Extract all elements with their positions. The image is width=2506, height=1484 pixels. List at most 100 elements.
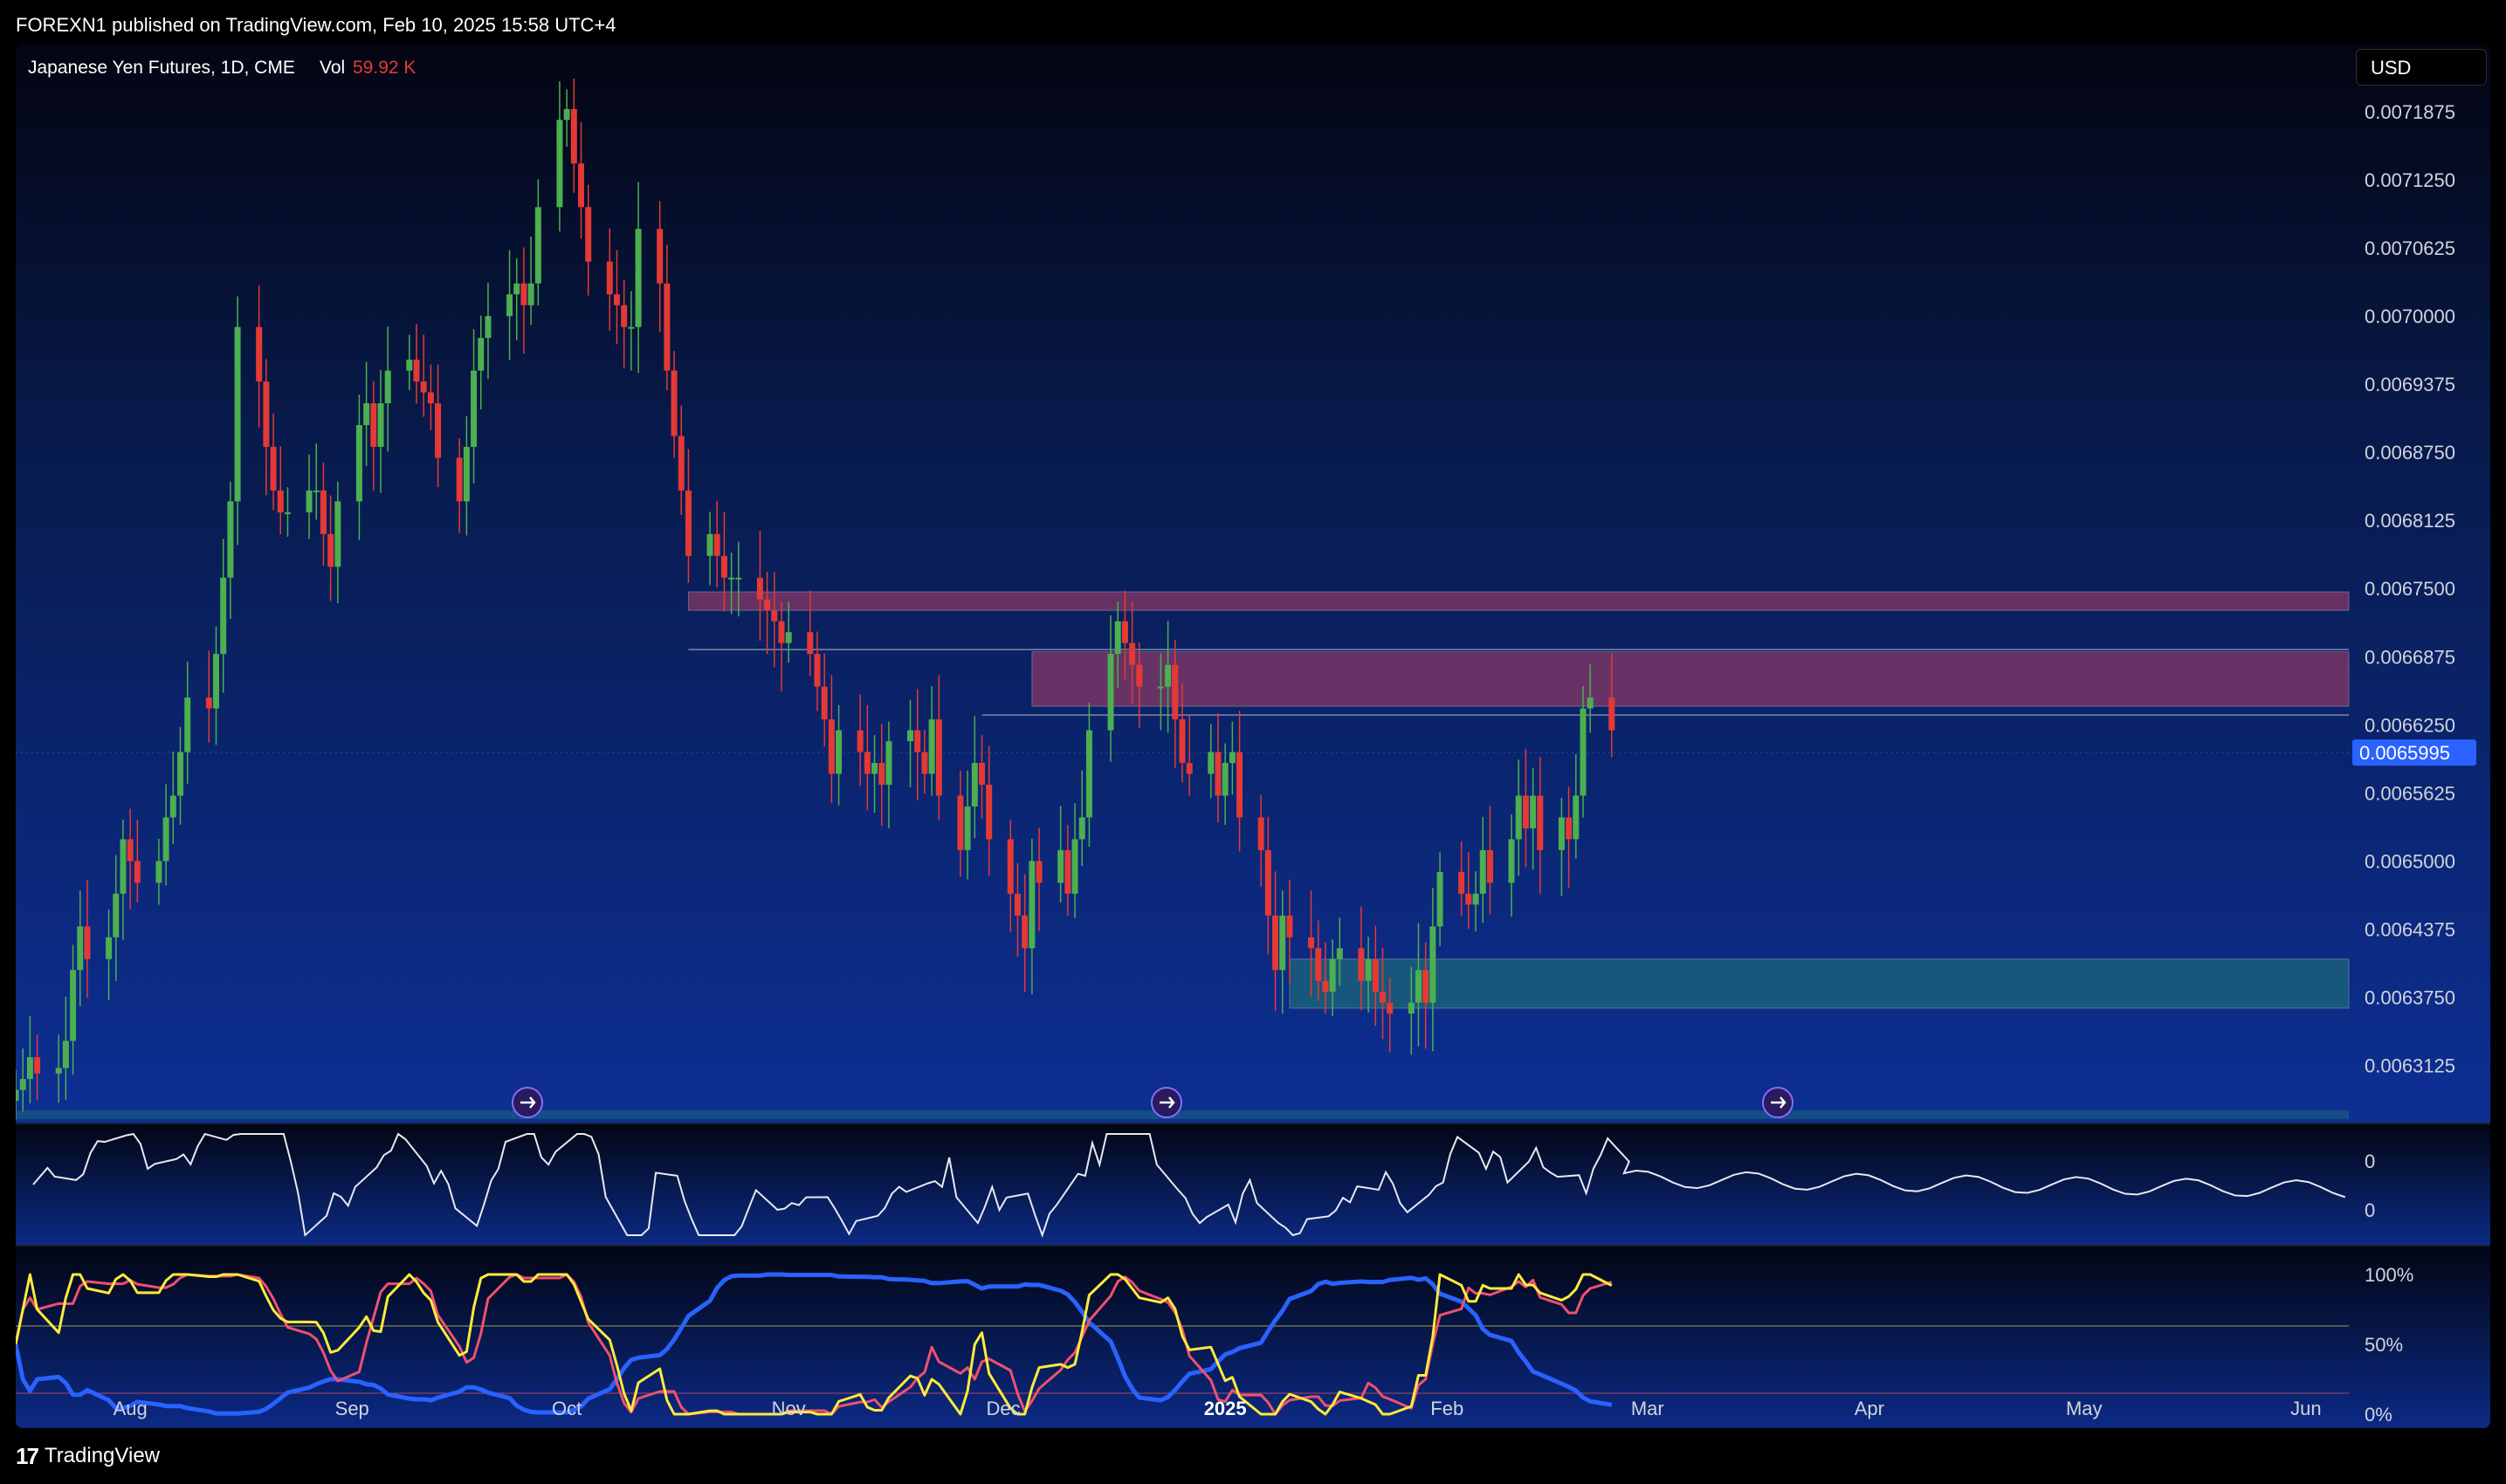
candle-body — [427, 392, 434, 403]
candle-body — [1372, 958, 1379, 993]
candle-body — [979, 763, 986, 785]
candle-body — [263, 381, 270, 447]
price-tick-label: 0.0063125 — [2365, 1055, 2455, 1076]
chart-area[interactable]: 0.0071875 0.0071250 0.0070625 0.0070000 0.00… — [16, 44, 2490, 1428]
candle-body — [621, 305, 628, 327]
candle-body — [277, 490, 284, 512]
candle-body — [134, 861, 141, 883]
event-marker-icon[interactable] — [1762, 1087, 1793, 1118]
candle-body — [1057, 849, 1064, 883]
candle-body — [220, 577, 227, 655]
candle-body — [1014, 893, 1021, 916]
candle-body — [256, 326, 263, 382]
candle-body — [778, 621, 785, 643]
candle-body — [234, 326, 241, 502]
candle-body — [212, 654, 219, 709]
candle-body — [713, 533, 720, 556]
event-marker-icon[interactable] — [512, 1087, 543, 1118]
candle-body — [1573, 795, 1580, 840]
pane-divider — [16, 1123, 2490, 1124]
currency-button[interactable]: USD — [2356, 49, 2487, 86]
candle-body — [19, 1079, 26, 1090]
candle-body — [1136, 664, 1143, 687]
price-tick-label: 0.0070625 — [2365, 237, 2455, 259]
candle-body — [435, 403, 442, 458]
price-chart[interactable]: 0.0071875 0.0071250 0.0070625 0.0070000 0.00… — [16, 44, 2490, 1428]
candle-body — [413, 360, 420, 382]
candle-body — [1329, 958, 1336, 993]
candle-body — [355, 424, 362, 502]
candle-body — [1236, 752, 1243, 818]
candle-body — [363, 403, 370, 425]
candle-body — [1537, 795, 1544, 850]
price-tick-label: 0.0071250 — [2365, 169, 2455, 191]
supply-zone — [1031, 651, 2350, 707]
price-tick-label: 0.0065000 — [2365, 850, 2455, 872]
candle-body — [928, 719, 935, 774]
candle-body — [1208, 752, 1215, 774]
tradingview-brand: TradingView — [44, 1444, 160, 1467]
candle-body — [1036, 861, 1043, 883]
candle-body — [327, 533, 334, 567]
candle-body — [77, 926, 84, 971]
stoch-pane-bg — [16, 1247, 2490, 1428]
candle-body — [169, 795, 176, 818]
candle-body — [864, 752, 871, 774]
candle-body — [1486, 849, 1493, 883]
candle-body — [914, 730, 921, 752]
candle-body — [1479, 849, 1486, 894]
candle-body — [127, 839, 134, 862]
candle-body — [377, 403, 384, 447]
candle-body — [828, 719, 835, 774]
last-price-value: 0.0065995 — [2359, 742, 2450, 764]
candle-body — [1078, 817, 1085, 840]
candle-body — [16, 1089, 19, 1102]
bottom-zone-strip — [16, 1110, 2349, 1119]
candle-body — [1315, 948, 1322, 981]
stoch-tick-label: 0% — [2365, 1404, 2392, 1426]
candle-body — [964, 806, 971, 850]
volume-label: Vol — [320, 58, 345, 78]
price-tick-label: 0.0064375 — [2365, 918, 2455, 940]
candle-body — [1007, 839, 1014, 894]
candle-body — [506, 294, 513, 317]
candle-body — [678, 436, 685, 491]
price-tick-label: 0.0068125 — [2365, 510, 2455, 532]
candle-body — [313, 490, 320, 492]
candle-body — [1508, 839, 1515, 883]
price-tick-label: 0.0071875 — [2365, 101, 2455, 123]
candle-body — [1308, 937, 1315, 949]
candle-body — [556, 120, 563, 208]
price-tick-label: 0.0067500 — [2365, 578, 2455, 600]
candle-body — [563, 108, 570, 120]
candle-body — [478, 338, 485, 371]
candle-body — [1064, 849, 1071, 894]
candle-body — [162, 817, 169, 862]
candle-body — [764, 599, 771, 611]
candle-body — [106, 937, 113, 959]
candle-body — [26, 1057, 33, 1080]
candle-body — [1515, 795, 1522, 840]
rsi-tick-label: 0 — [2365, 1199, 2375, 1221]
event-marker-icon[interactable] — [1151, 1087, 1182, 1118]
candle-body — [1215, 752, 1222, 796]
candle-body — [1264, 849, 1271, 916]
candle-body — [720, 555, 727, 578]
price-tick-label: 0.0069375 — [2365, 374, 2455, 395]
candle-body — [1022, 915, 1029, 949]
candle-body — [821, 686, 828, 720]
time-tick-label: Nov — [772, 1398, 806, 1419]
candle-body — [527, 283, 534, 306]
volume-value: 59.92 K — [353, 58, 416, 78]
stoch-tick-label: 100% — [2365, 1264, 2413, 1286]
candle-body — [406, 360, 413, 371]
candle-body — [1408, 1002, 1415, 1014]
price-tick-label: 0.0065625 — [2365, 782, 2455, 804]
pane-divider — [16, 1245, 2490, 1247]
candle-body — [1129, 642, 1136, 665]
candle-body — [1107, 654, 1114, 731]
tradingview-icon: 17 — [16, 1442, 39, 1469]
candle-body — [1029, 861, 1036, 949]
candle-body — [685, 490, 692, 556]
tradingview-logo[interactable]: 17 TradingView — [16, 1440, 160, 1472]
